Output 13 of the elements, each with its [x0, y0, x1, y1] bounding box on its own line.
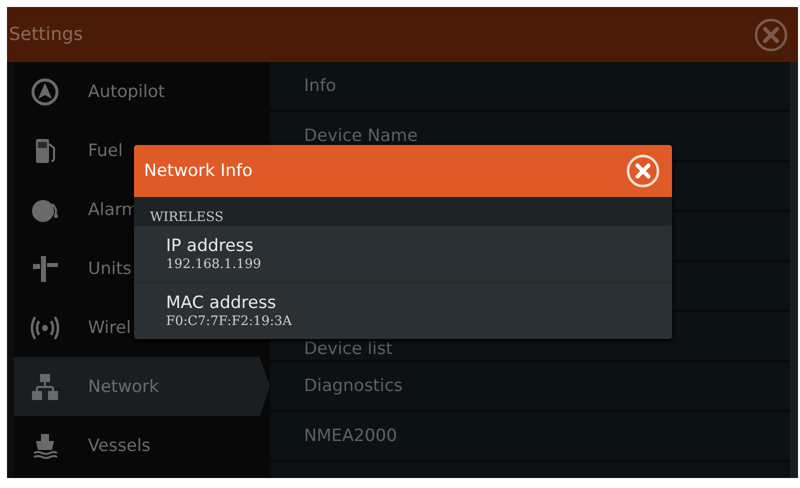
window-title: Settings [9, 24, 83, 45]
sidebar-label: Fuel [88, 140, 123, 160]
section-title: WIRELESS [150, 210, 224, 225]
info-value: F0:C7:7F:F2:19:3A [166, 314, 293, 329]
sidebar-label: Vessels [88, 436, 151, 456]
info-label: IP address [166, 236, 254, 257]
sidebar-label: Wirel [88, 318, 131, 338]
info-value: 192.168.1.199 [166, 257, 262, 272]
sidebar-label: Network [88, 376, 159, 396]
sidebar-label: Units [88, 258, 132, 278]
sidebar-label: Autopilot [88, 82, 165, 102]
dialog-title: Network Info [144, 161, 253, 181]
info-label: MAC address [166, 293, 278, 314]
